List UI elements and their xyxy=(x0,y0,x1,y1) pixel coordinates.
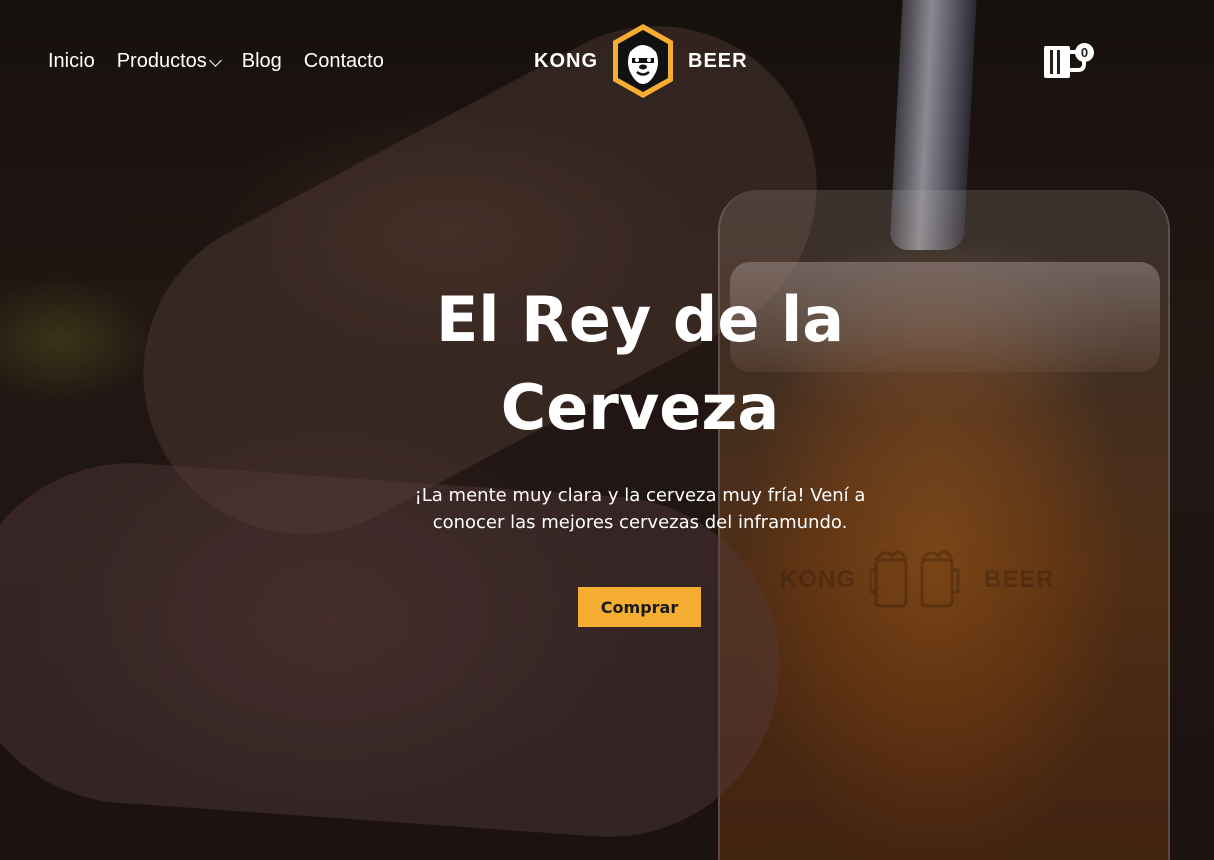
logo-left-text: KONG xyxy=(534,49,598,72)
hero-content: El Rey de la Cerveza ¡La mente muy clara… xyxy=(0,276,1214,536)
main-nav: Inicio Productos Blog Contacto xyxy=(48,50,406,73)
gorilla-icon xyxy=(613,24,673,98)
nav-item-blog[interactable]: Blog xyxy=(242,50,282,73)
site-logo[interactable]: KONG BEER xyxy=(534,22,748,100)
nav-item-contacto[interactable]: Contacto xyxy=(304,50,384,73)
hero-title: El Rey de la Cerveza xyxy=(435,283,845,444)
nav-item-inicio[interactable]: Inicio xyxy=(48,50,95,73)
nav-item-label: Blog xyxy=(241,50,282,72)
chevron-down-icon xyxy=(208,54,222,67)
logo-right-text: BEER xyxy=(688,49,748,72)
nav-item-productos[interactable]: Productos xyxy=(116,50,222,73)
site-header: Inicio Productos Blog Contacto KONG BEER… xyxy=(0,0,1214,125)
hero-section: KONG BEER Inicio Productos Blog Contacto… xyxy=(0,0,1214,860)
hero-subtitle: ¡La mente muy clara y la cerveza muy frí… xyxy=(414,485,866,533)
nav-item-label: Contacto xyxy=(303,50,384,72)
cart-count-badge: 0 xyxy=(1075,43,1094,62)
nav-item-label: Inicio xyxy=(48,50,95,72)
nav-item-label: Productos xyxy=(116,50,207,72)
buy-button[interactable]: Comprar xyxy=(578,587,701,627)
